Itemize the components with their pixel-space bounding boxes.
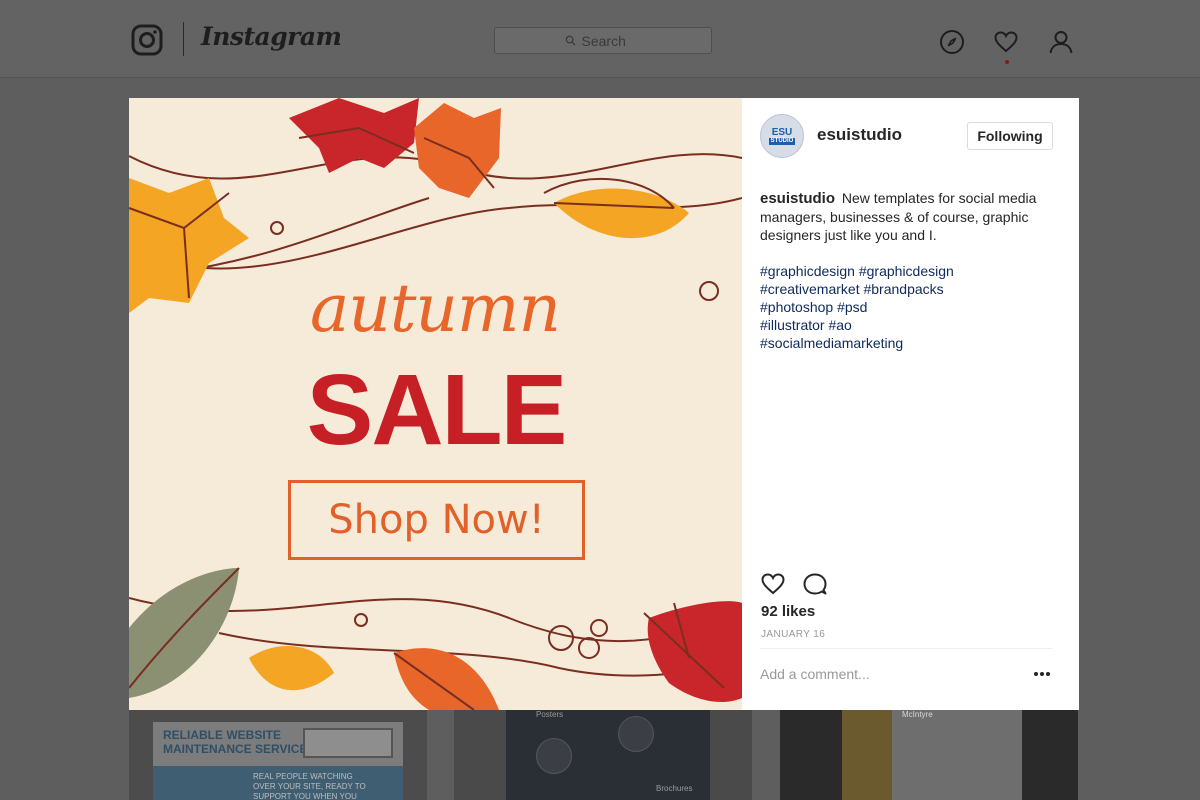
logo-divider (183, 22, 184, 56)
notification-dot (1005, 60, 1009, 64)
feed-thumbnail[interactable]: RELIABLE WEBSITE MAINTENANCE SERVICES RE… (129, 710, 427, 800)
search-icon (565, 35, 576, 46)
profile-icon (1049, 31, 1073, 54)
document-icon (536, 738, 572, 774)
following-button[interactable]: Following (967, 122, 1053, 150)
activity-button[interactable] (993, 29, 1019, 55)
instagram-camera-icon[interactable] (131, 24, 163, 56)
post-caption: esuistudio New templates for social medi… (760, 189, 1065, 352)
like-count[interactable]: 92 likes (761, 603, 815, 620)
hashtag-line[interactable]: #creativemarket #brandpacks (760, 280, 1065, 298)
avatar-logo-text: ESU (771, 126, 793, 138)
hashtag-line[interactable]: #illustrator #ao (760, 316, 1065, 334)
laptop-image (303, 728, 393, 758)
thumbnail-label: Brochures (656, 784, 693, 793)
thumbnail-preview: Posters Brochures (506, 710, 710, 800)
compass-icon (940, 30, 964, 54)
hashtag-line[interactable]: #graphicdesign #graphicdesign (760, 262, 1065, 280)
heart-icon[interactable] (760, 571, 786, 597)
search-input[interactable] (581, 32, 642, 49)
thumbnail-label: McIntyre (902, 710, 933, 719)
hashtag-line[interactable]: #socialmediamarketing (760, 334, 1065, 352)
search-bar[interactable] (494, 27, 712, 54)
post-actions (760, 571, 828, 597)
thumbnail-title: RELIABLE WEBSITE (163, 728, 282, 742)
post-date: JANUARY 16 (761, 629, 826, 640)
avatar-logo-subtext: STUDIO (768, 137, 796, 145)
feed-thumbnail[interactable]: McIntyre (780, 710, 1078, 800)
thumbnail-preview: McIntyre (842, 710, 1022, 800)
thumbnail-title: MAINTENANCE SERVICES (163, 742, 316, 756)
profile-button[interactable] (1048, 29, 1074, 55)
instagram-wordmark[interactable]: Instagram (201, 22, 342, 51)
hashtag-list: #graphicdesign #graphicdesign #creativem… (760, 262, 1065, 352)
comment-divider (760, 648, 1052, 649)
post-headline: SALE (306, 354, 568, 466)
post-image[interactable]: autumn SALE Shop Now! (129, 98, 742, 710)
avatar[interactable]: ESU STUDIO (760, 114, 804, 158)
caption-username[interactable]: esuistudio (760, 190, 835, 207)
post-modal: autumn SALE Shop Now! ESU STUDIO esuistu… (129, 98, 1079, 710)
comment-icon[interactable] (802, 571, 828, 597)
top-navigation-bar: Instagram (0, 0, 1200, 78)
more-options-button[interactable] (1032, 666, 1052, 682)
avatar-logo: ESU STUDIO (768, 126, 796, 145)
post-author-username[interactable]: esuistudio (817, 125, 902, 145)
comment-input[interactable] (760, 666, 1010, 682)
resume-sidebar (842, 710, 892, 800)
post-cta-box: Shop Now! (288, 480, 585, 560)
hashtag-line[interactable]: #photoshop #psd (760, 298, 1065, 316)
heart-icon (994, 31, 1018, 53)
thumbnail-banner: REAL PEOPLE WATCHING OVER YOUR SITE, REA… (153, 766, 403, 800)
map-icon (618, 716, 654, 752)
thumbnail-note: REAL PEOPLE WATCHING OVER YOUR SITE, REA… (253, 772, 366, 800)
thumbnail-label: Posters (536, 710, 564, 719)
explore-button[interactable] (939, 29, 965, 55)
post-details-panel: ESU STUDIO esuistudio Following esuistud… (742, 98, 1079, 710)
post-script-heading: autumn (310, 270, 561, 347)
more-dots-icon (1034, 672, 1038, 676)
thumbnail-preview: RELIABLE WEBSITE MAINTENANCE SERVICES RE… (153, 722, 403, 800)
feed-thumbnail[interactable]: Posters Brochures (454, 710, 752, 800)
